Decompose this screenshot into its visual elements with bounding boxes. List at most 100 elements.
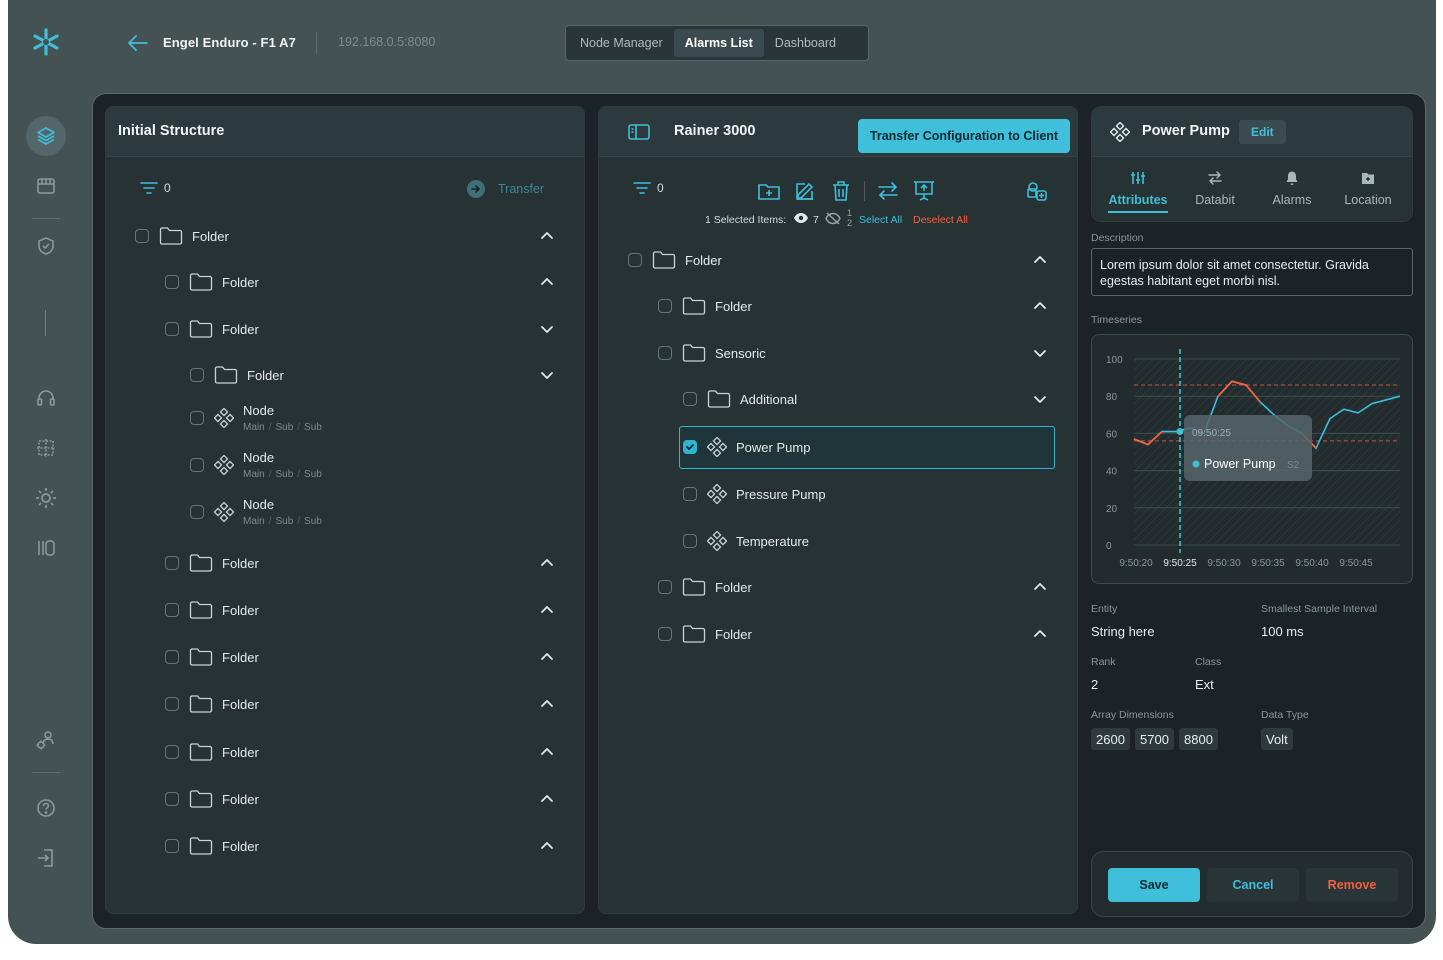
row-checkbox[interactable] xyxy=(658,580,672,594)
tree-node-row[interactable]: Node Main / Sub / Sub xyxy=(190,403,322,433)
back-arrow-icon[interactable] xyxy=(126,32,150,54)
chevron-up-icon[interactable] xyxy=(540,556,554,570)
row-checkbox[interactable] xyxy=(190,368,204,382)
row-checkbox[interactable] xyxy=(165,322,179,336)
row-checkbox[interactable] xyxy=(165,697,179,711)
select-all-link[interactable]: Select All xyxy=(859,214,902,226)
tree-node-row[interactable]: Power Pump xyxy=(683,434,810,460)
tab-alarms[interactable]: Alarms xyxy=(1252,170,1332,207)
row-checkbox[interactable] xyxy=(165,603,179,617)
chevron-up-icon[interactable] xyxy=(540,603,554,617)
chevron-up-icon[interactable] xyxy=(540,275,554,289)
users-settings-icon[interactable] xyxy=(26,720,66,760)
chevron-up-icon[interactable] xyxy=(1033,253,1047,267)
deselect-all-link[interactable]: Deselect All xyxy=(913,214,968,226)
tab-databit[interactable]: Databit xyxy=(1175,170,1255,207)
chevron-up-icon[interactable] xyxy=(540,697,554,711)
row-checkbox[interactable] xyxy=(683,440,697,454)
row-checkbox[interactable] xyxy=(658,299,672,313)
tab-alarms-list[interactable]: Alarms List xyxy=(673,29,764,57)
tree-folder-row[interactable]: Folder xyxy=(165,644,259,670)
tree-folder-row[interactable]: Folder xyxy=(165,786,259,812)
tree-folder-row[interactable]: Folder xyxy=(165,833,259,859)
chevron-down-icon[interactable] xyxy=(540,368,554,382)
tree-folder-row[interactable]: Additional xyxy=(683,386,797,412)
tab-node-manager[interactable]: Node Manager xyxy=(569,29,674,57)
row-checkbox[interactable] xyxy=(165,275,179,289)
row-checkbox[interactable] xyxy=(658,627,672,641)
row-checkbox[interactable] xyxy=(165,745,179,759)
tree-folder-row[interactable]: Folder xyxy=(165,550,259,576)
cancel-button[interactable]: Cancel xyxy=(1207,868,1299,902)
row-checkbox[interactable] xyxy=(165,650,179,664)
tree-folder-row[interactable]: Folder xyxy=(165,691,259,717)
chevron-down-icon[interactable] xyxy=(540,322,554,336)
edit-button[interactable]: Edit xyxy=(1239,120,1286,144)
chevron-up-icon[interactable] xyxy=(1033,580,1047,594)
tab-attributes[interactable]: Attributes xyxy=(1098,170,1178,213)
save-button[interactable]: Save xyxy=(1108,868,1200,902)
tree-node-row[interactable]: Node Main / Sub / Sub xyxy=(190,497,322,527)
tree-folder-row[interactable]: Sensoric xyxy=(658,340,766,366)
tree-folder-row[interactable]: Folder xyxy=(658,621,752,647)
chevron-up-icon[interactable] xyxy=(1033,299,1047,313)
transfer-config-button[interactable]: Transfer Configuration to Client xyxy=(858,119,1070,153)
tree-folder-row[interactable]: Folder xyxy=(628,247,722,273)
tree-node-row[interactable]: Node Main / Sub / Sub xyxy=(190,450,322,480)
tab-location[interactable]: Location xyxy=(1328,170,1408,207)
trash-icon[interactable] xyxy=(829,179,853,203)
chevron-up-icon[interactable] xyxy=(540,229,554,243)
row-checkbox[interactable] xyxy=(190,411,204,425)
filter-control[interactable]: 0 xyxy=(140,181,171,195)
node-icon xyxy=(707,531,727,551)
swap-arrows-icon[interactable] xyxy=(876,179,900,203)
logout-icon[interactable] xyxy=(26,838,66,878)
row-checkbox[interactable] xyxy=(683,487,697,501)
cog-icon[interactable] xyxy=(26,478,66,518)
chevron-down-icon[interactable] xyxy=(1033,392,1047,406)
shield-icon[interactable] xyxy=(26,226,66,266)
tree-node-row[interactable]: Pressure Pump xyxy=(683,481,826,507)
description-field[interactable]: Lorem ipsum dolor sit amet consectetur. … xyxy=(1091,248,1413,296)
tree-folder-row[interactable]: Folder xyxy=(165,316,259,342)
chevron-down-icon[interactable] xyxy=(1033,346,1047,360)
row-checkbox[interactable] xyxy=(683,534,697,548)
remove-button[interactable]: Remove xyxy=(1306,868,1398,902)
tree-folder-row[interactable]: Folder xyxy=(658,293,752,319)
filter-control[interactable]: 0 xyxy=(633,181,664,195)
headset-icon[interactable] xyxy=(26,378,66,418)
row-checkbox[interactable] xyxy=(658,346,672,360)
tree-node-row[interactable]: Temperature xyxy=(683,528,809,554)
add-node-icon[interactable] xyxy=(1025,179,1049,203)
tree-folder-row[interactable]: Folder xyxy=(165,269,259,295)
tree-folder-row[interactable]: Folder xyxy=(135,223,229,249)
tree-folder-row[interactable]: Folder xyxy=(165,597,259,623)
edit-icon[interactable] xyxy=(793,179,817,203)
add-folder-icon[interactable] xyxy=(757,179,781,203)
row-checkbox[interactable] xyxy=(135,229,149,243)
columns-icon[interactable] xyxy=(26,528,66,568)
row-checkbox[interactable] xyxy=(165,792,179,806)
row-checkbox[interactable] xyxy=(165,556,179,570)
row-checkbox[interactable] xyxy=(190,458,204,472)
tree-folder-row[interactable]: Folder xyxy=(165,739,259,765)
tree-folder-row[interactable]: Folder xyxy=(190,362,284,388)
row-checkbox[interactable] xyxy=(190,505,204,519)
sidebar-toggle-icon[interactable] xyxy=(627,123,651,144)
chevron-up-icon[interactable] xyxy=(540,745,554,759)
transfer-button[interactable]: Transfer xyxy=(466,179,544,199)
chevron-up-icon[interactable] xyxy=(540,839,554,853)
help-icon[interactable] xyxy=(26,788,66,828)
chevron-up-icon[interactable] xyxy=(1033,627,1047,641)
row-checkbox[interactable] xyxy=(683,392,697,406)
row-checkbox[interactable] xyxy=(628,253,642,267)
chevron-up-icon[interactable] xyxy=(540,792,554,806)
layers-icon[interactable] xyxy=(26,116,66,156)
store-icon[interactable] xyxy=(26,166,66,206)
chevron-up-icon[interactable] xyxy=(540,650,554,664)
row-checkbox[interactable] xyxy=(165,839,179,853)
tree-folder-row[interactable]: Folder xyxy=(658,574,752,600)
tab-dashboard[interactable]: Dashboard xyxy=(764,29,847,57)
network-icon[interactable] xyxy=(26,428,66,468)
presentation-icon[interactable] xyxy=(912,179,936,203)
